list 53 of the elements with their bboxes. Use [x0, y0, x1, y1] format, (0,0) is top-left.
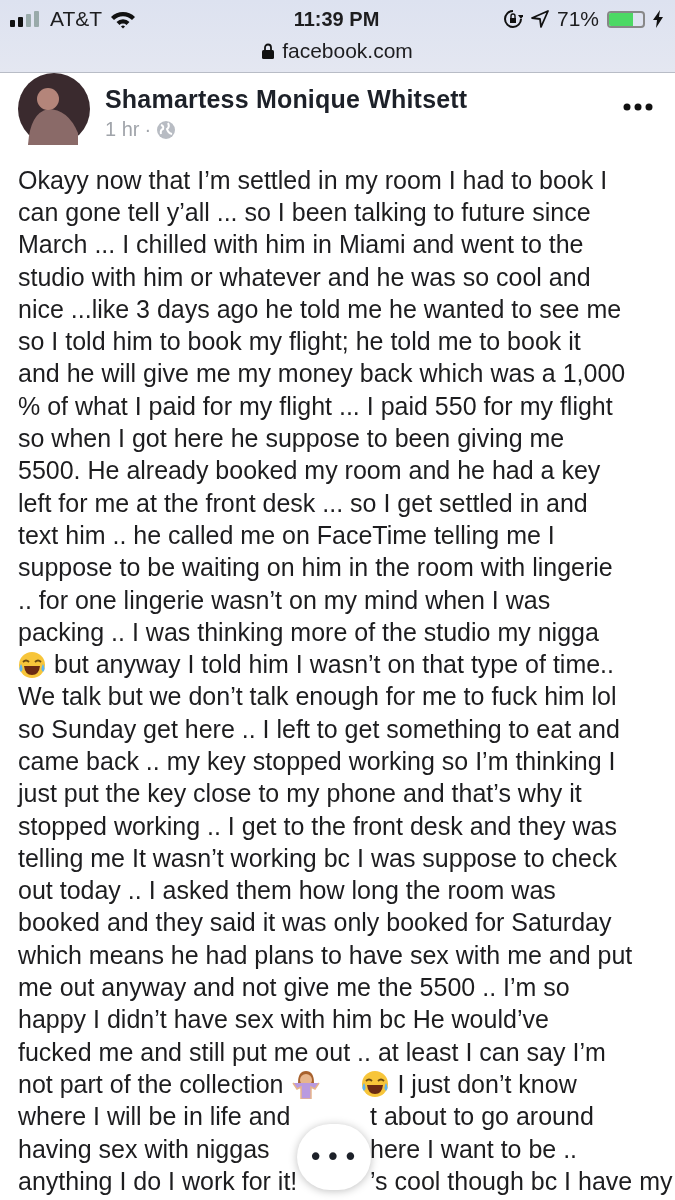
rotation-lock-icon — [502, 9, 523, 29]
post-text-line: packing .. I was thinking more of the studio my nigga — [18, 617, 599, 647]
post-text-line: and he will give me my money back which was a 1,000 — [18, 359, 626, 389]
post-text-line: so I told him to book my flight; he told me to book it — [18, 327, 581, 357]
post-text-line: but anyway I told him I wasn’t on that type of time.. — [54, 650, 614, 680]
globe-icon — [156, 119, 177, 140]
post-text-line: me out anyway and not give me the 5500 .. I’m so — [18, 973, 570, 1003]
post-text-line: We talk but we don’t talk enough for me to fuck him lol — [18, 682, 617, 712]
post-text-line: not part of the collection — [18, 1069, 284, 1099]
post-text-line: left for me at the front desk ... so I get settled in and — [18, 488, 588, 518]
post-text-line: where I will be in life and — [18, 1102, 291, 1132]
post-text-line: I just don’t know — [397, 1069, 577, 1099]
url[interactable]: facebook.com — [282, 39, 413, 63]
post-text-line: suppose to be waiting on him in the room with lingerie — [18, 553, 613, 583]
post-text-line: can gone tell y’all ... so I been talking to future since — [18, 197, 591, 227]
post-text-line: booked and they said it was only booked for Saturday — [18, 908, 612, 938]
post-text-line: here I want to be .. — [370, 1134, 578, 1164]
laughing-emoji-icon — [361, 1070, 390, 1099]
post-text-line: 5500. He already booked my room and he had a key — [18, 456, 601, 486]
location-arrow-icon — [530, 10, 549, 28]
shrugging-figure-icon — [291, 1069, 322, 1100]
signal-icon — [10, 11, 42, 27]
post-text-line: ’s cool though bc I have my — [370, 1166, 673, 1196]
wifi-icon — [110, 9, 137, 29]
avatar[interactable] — [18, 73, 90, 145]
post-text-line: anything I do I work for it! — [18, 1166, 298, 1196]
post-text-line: March ... I chilled with him in Miami and went to the — [18, 230, 584, 260]
post-text-line: happy I didn’t have sex with him bc He would’ve — [18, 1005, 549, 1035]
post-text-line: having sex with niggas — [18, 1134, 270, 1164]
post-text-line: .. for one lingerie wasn’t on my mind when I was — [18, 585, 551, 615]
post-text-line: text him .. he called me on FaceTime telling me I — [18, 520, 555, 550]
separator-dot: · — [144, 118, 152, 141]
author-name[interactable]: Shamartess Monique Whitsett — [105, 85, 623, 114]
laughing-emoji-icon — [18, 650, 46, 679]
post-text-line: out today .. I asked them how long the room was — [18, 876, 556, 906]
clock: 11:39 PM — [293, 7, 380, 31]
post-text-line: t about to go around — [370, 1102, 594, 1132]
post-text-line: studio with him or whatever and he was so cool and — [18, 262, 591, 292]
more-button[interactable]: ••• — [297, 1124, 371, 1190]
post-text-line: Okayy now that I’m settled in my room I had to book I — [18, 165, 608, 195]
post-text-line: just put the key close to my phone and that’s why it — [18, 779, 582, 809]
more-options-icon[interactable] — [623, 103, 653, 111]
carrier: AT&T — [50, 7, 103, 31]
post-text-line: so Sunday get here .. I left to get something to eat and — [18, 714, 620, 744]
post-text-line: nice ...like 3 days ago he told me he wanted to see me — [18, 294, 622, 324]
post-text-line: stopped working .. I get to the front desk and they was — [18, 811, 617, 841]
post-text-line: fucked me and still put me out .. at least I can say I’m — [18, 1037, 606, 1067]
post-text-line: so when I got here he suppose to been giving me — [18, 424, 565, 453]
post-text-line: which means he had plans to have sex with me and put — [18, 940, 633, 970]
battery-percent: 71% — [556, 7, 599, 31]
post-text-line: came back .. my key stopped working so I’m thinking I — [18, 747, 616, 776]
post-text-line: % of what I paid for my flight ... I paid 550 for my flight — [18, 391, 613, 421]
post-text-line: telling me It wasn’t working bc I was suppose to check — [18, 843, 617, 873]
